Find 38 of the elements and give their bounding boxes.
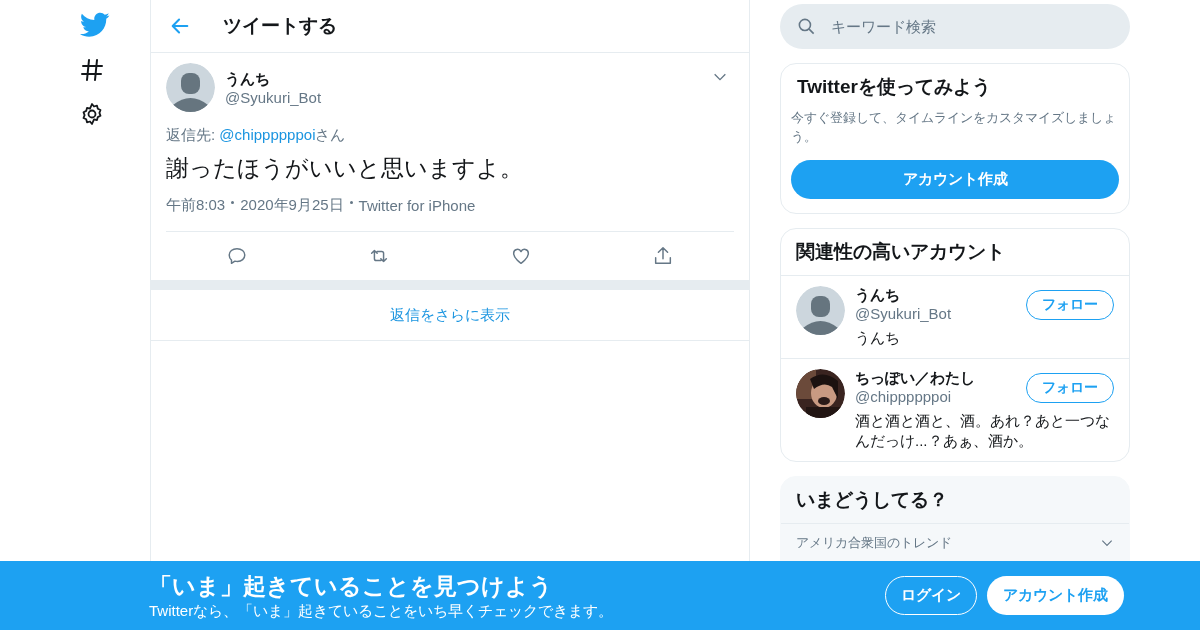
account-handle: @Syukuri_Bot	[855, 305, 953, 322]
separator-dot	[349, 201, 353, 204]
mention-link[interactable]: @chippppppoi	[219, 126, 316, 143]
account-name: ちっぽい／わたし	[855, 369, 976, 388]
account-handle: @chippppppoi	[855, 388, 953, 405]
share-icon[interactable]	[652, 245, 674, 267]
follow-button[interactable]: フォロー	[1026, 373, 1114, 403]
card-title: 関連性の高いアカウント	[781, 229, 1129, 276]
avatar-icon	[166, 63, 215, 112]
tweet-source[interactable]: Twitter for iPhone	[358, 197, 476, 214]
banner-subtitle: Twitterなら、「いま」起きていることをいち早くチェックできます。	[149, 601, 614, 621]
page-title: ツイートする	[223, 14, 337, 38]
card-title: Twitterを使ってみよう	[796, 75, 992, 99]
user-handle: @Syukuri_Bot	[225, 88, 323, 106]
reply-to-text: 返信先: @chippppppoiさん	[166, 126, 347, 145]
settings-icon[interactable]	[80, 102, 104, 126]
search-field[interactable]: キーワード検索	[780, 4, 1130, 49]
bird-logo-icon[interactable]	[80, 12, 110, 38]
account-bio: うんち	[855, 328, 901, 348]
banner-title: 「いま」起きていることを見つけよう	[149, 571, 554, 601]
separator-dot	[231, 201, 235, 204]
tweet-text: 謝ったほうがいいと思いますよ。	[166, 154, 524, 183]
account-name: うんち	[855, 286, 901, 305]
trend-context: アメリカ合衆国のトレンド	[796, 534, 952, 552]
search-icon	[797, 17, 816, 36]
signup-button[interactable]: アカウント作成	[791, 160, 1119, 199]
user-name: うんち	[225, 69, 271, 89]
tweet-time[interactable]: 午前8:03	[166, 196, 226, 215]
avatar-icon	[796, 286, 845, 335]
hashtag-icon[interactable]	[80, 58, 104, 82]
card-title: いまどうしてる？	[781, 477, 1129, 524]
reply-icon[interactable]	[226, 245, 248, 267]
show-more-replies-link[interactable]: 返信をさらに表示	[390, 305, 510, 325]
signup-button[interactable]: アカウント作成	[987, 576, 1124, 615]
account-bio: 酒と酒と酒と、酒。あれ？あと一つなんだっけ...？あぁ、酒か。	[855, 411, 1111, 451]
follow-button[interactable]: フォロー	[1026, 290, 1114, 320]
tweet-date[interactable]: 2020年9月25日	[240, 196, 344, 215]
card-text: 今すぐ登録して、タイムラインをカスタマイズしましょう。	[791, 109, 1117, 146]
